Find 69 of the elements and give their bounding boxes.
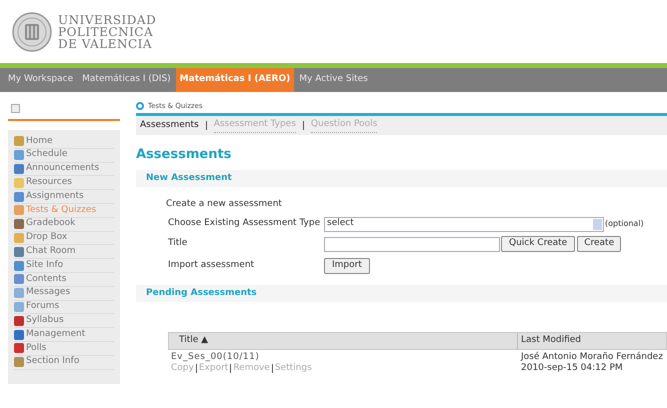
tool-icon (14, 260, 24, 271)
tool-link[interactable]: Assignments (26, 190, 84, 204)
site-tab[interactable]: Matemáticas I (AERO) (176, 68, 294, 92)
field-label: Choose Existing Assessment Type (168, 217, 322, 230)
institution-name: UNIVERSIDAD (58, 14, 156, 26)
modified-date: 2010-sep-15 04:12 PM (521, 363, 624, 374)
action-link[interactable]: Copy (171, 363, 194, 374)
tool-link[interactable]: Drop Box (26, 231, 68, 245)
tool-link[interactable]: Announcements (26, 162, 100, 176)
tool-link[interactable]: Management (26, 328, 86, 342)
sub-nav-link[interactable]: Question Pools (310, 118, 378, 133)
tool-icon (14, 164, 24, 174)
action-link[interactable]: Export (198, 363, 228, 374)
tool-link[interactable]: Schedule (26, 148, 68, 162)
field-label: Title (168, 237, 188, 250)
type-select[interactable]: select (324, 216, 604, 232)
column-header[interactable]: Last Modified (518, 333, 582, 349)
sub-nav-link[interactable]: Assessment Types (214, 118, 296, 133)
tool-icon (14, 219, 24, 230)
tool-link[interactable]: Gradebook (26, 217, 76, 231)
tool-icon (14, 150, 24, 160)
institution-name: POLITECNICA (58, 26, 154, 38)
tool-icon (14, 205, 24, 216)
tool-icon (14, 343, 24, 354)
intro-text: Create a new assessment (166, 198, 283, 210)
seal-logo (12, 12, 52, 52)
tool-link[interactable]: Resources (26, 176, 72, 190)
tool-icon (14, 232, 24, 243)
tool-icon (14, 330, 24, 340)
site-tab[interactable]: Matemáticas I (DIS) (78, 68, 175, 92)
import-button[interactable]: Import (324, 258, 370, 274)
tool-link[interactable]: Contents (26, 272, 66, 286)
tool-link[interactable]: Tests & Quizzes (26, 204, 96, 218)
tool-icon (14, 357, 24, 368)
tool-link[interactable]: Polls (26, 342, 46, 356)
tool-icon (14, 136, 24, 146)
action-link[interactable]: Remove (233, 363, 270, 374)
tool-link[interactable]: Home (26, 134, 53, 148)
refresh-icon[interactable] (136, 102, 144, 110)
section-title: Pending Assessments (146, 286, 257, 300)
field-label: Import assessment (168, 259, 256, 272)
tool-link[interactable]: Site Info (26, 258, 64, 272)
tool-icon (14, 302, 24, 312)
modified-by: José Antonio Moraño Fernández (521, 352, 663, 363)
tool-link[interactable]: Chat Room (26, 245, 76, 259)
column-header[interactable]: Title ▲ (169, 333, 518, 349)
tool-icon (14, 316, 24, 326)
tool-icon (14, 246, 24, 257)
tool-link[interactable]: Forums (26, 300, 60, 314)
site-tab[interactable]: My Workspace (4, 68, 78, 92)
page-title: Assessments (136, 146, 232, 161)
section-title: New Assessment (146, 172, 232, 185)
assessment-title: Ev_Ses_00(10/11) (171, 352, 260, 363)
tool-icon (14, 288, 24, 298)
site-tab[interactable]: My Active Sites (295, 68, 372, 92)
action-link[interactable]: Settings (274, 363, 312, 374)
institution-name: DE VALENCIA (58, 38, 154, 50)
tool-icon (14, 274, 24, 284)
tool-icon (14, 178, 24, 188)
title-field[interactable] (324, 236, 500, 252)
create-button[interactable]: Create (577, 236, 622, 252)
tool-link[interactable]: Section Info (26, 355, 80, 369)
tool-link[interactable]: Syllabus (26, 314, 64, 328)
tool-link[interactable]: Messages (26, 286, 70, 300)
optional-note: (optional) (605, 218, 644, 230)
toggle-icon[interactable] (11, 104, 20, 113)
quick-create-button[interactable]: Quick Create (501, 236, 576, 252)
tool-icon (14, 192, 24, 202)
sub-nav-link[interactable]: Assessments (140, 118, 199, 132)
